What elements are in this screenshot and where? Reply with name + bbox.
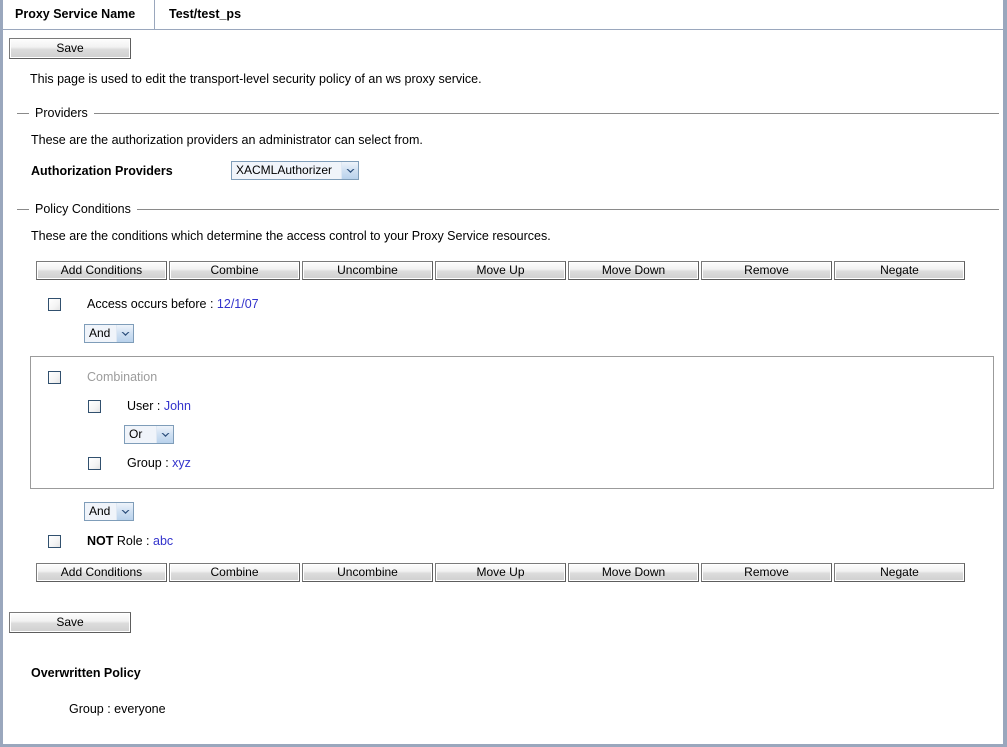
condition-value-link[interactable]: abc xyxy=(153,534,173,548)
condition-label-access-before: Access occurs before : 12/1/07 xyxy=(87,297,259,311)
condition-prefix: Role : xyxy=(113,534,153,548)
chevron-down-icon xyxy=(341,162,358,179)
proxy-service-security-policy-page: Proxy Service Name Test/test_ps Save Thi… xyxy=(0,0,1007,747)
uncombine-button-bottom[interactable]: Uncombine xyxy=(302,563,433,582)
uncombine-button-top[interactable]: Uncombine xyxy=(302,261,433,280)
providers-legend-text: Providers xyxy=(35,106,88,120)
move-down-button-bottom[interactable]: Move Down xyxy=(568,563,699,582)
move-down-button-top[interactable]: Move Down xyxy=(568,261,699,280)
negate-button-top[interactable]: Negate xyxy=(834,261,965,280)
conditions-list: Access occurs before : 12/1/07 And Combi… xyxy=(3,297,1003,548)
condition-prefix: Group : xyxy=(127,456,173,470)
providers-description: These are the authorization providers an… xyxy=(31,133,423,147)
overwritten-policy-title: Overwritten Policy xyxy=(31,666,141,680)
providers-body: These are the authorization providers an… xyxy=(3,121,1003,180)
authorization-providers-selected-value: XACMLAuthorizer xyxy=(232,162,341,179)
proxy-service-header: Proxy Service Name Test/test_ps xyxy=(3,0,1003,30)
bottom-save-row: Save xyxy=(3,612,1003,633)
condition-label-user: User : John xyxy=(127,399,191,413)
proxy-service-name-label: Proxy Service Name xyxy=(3,0,155,29)
authorization-providers-row: Authorization Providers XACMLAuthorizer xyxy=(3,147,1003,180)
condition-checkbox-access-before[interactable] xyxy=(48,297,61,311)
logic-operator-row-2: Or xyxy=(31,425,993,444)
remove-button-bottom[interactable]: Remove xyxy=(701,563,832,582)
condition-prefix: User : xyxy=(127,399,164,413)
condition-checkbox-user[interactable] xyxy=(88,399,101,413)
condition-label-role: NOT Role : abc xyxy=(87,534,173,548)
condition-label-combination: Combination xyxy=(87,370,158,384)
logic-operator-row-1: And xyxy=(3,324,1003,343)
logic-operator-value-1: And xyxy=(85,325,116,342)
legend-lead-rule xyxy=(17,208,29,210)
condition-checkbox-combination[interactable] xyxy=(48,370,61,384)
logic-operator-value-3: And xyxy=(85,503,116,520)
legend-tail-rule xyxy=(93,112,999,114)
condition-row-group: Group : xyz xyxy=(31,456,993,488)
condition-value-link[interactable]: 12/1/07 xyxy=(217,297,259,311)
policy-conditions-body: These are the conditions which determine… xyxy=(3,217,1003,582)
conditions-toolbar-top: Add Conditions Combine Uncombine Move Up… xyxy=(3,261,1003,280)
remove-button-top[interactable]: Remove xyxy=(701,261,832,280)
condition-row-combination: Combination xyxy=(31,370,993,384)
condition-row-role: NOT Role : abc xyxy=(3,534,1003,548)
legend-lead-rule xyxy=(17,112,29,114)
combine-button-top[interactable]: Combine xyxy=(169,261,300,280)
logic-operator-select-1[interactable]: And xyxy=(84,324,134,343)
condition-value-link[interactable]: xyz xyxy=(172,456,191,470)
conditions-toolbar-bottom: Add Conditions Combine Uncombine Move Up… xyxy=(3,563,1003,582)
condition-negation: NOT xyxy=(87,534,114,548)
overwritten-policy-section: Overwritten Policy Group : everyone xyxy=(3,666,1003,716)
negate-button-bottom[interactable]: Negate xyxy=(834,563,965,582)
overwritten-policy-item: Group : everyone xyxy=(69,702,166,716)
page-description: This page is used to edit the transport-… xyxy=(30,72,482,86)
combine-button-bottom[interactable]: Combine xyxy=(169,563,300,582)
combination-group-box: Combination User : John Or Group: xyz xyxy=(30,356,994,489)
condition-checkbox-role[interactable] xyxy=(48,534,61,548)
chevron-down-icon xyxy=(156,426,173,443)
authorization-providers-select[interactable]: XACMLAuthorizer xyxy=(231,161,359,180)
move-up-button-top[interactable]: Move Up xyxy=(435,261,566,280)
policy-conditions-legend-text: Policy Conditions xyxy=(35,202,131,216)
save-button-top[interactable]: Save xyxy=(9,38,131,59)
add-conditions-button-bottom[interactable]: Add Conditions xyxy=(36,563,167,582)
logic-operator-select-2[interactable]: Or xyxy=(124,425,174,444)
chevron-down-icon xyxy=(116,503,133,520)
condition-row-access-before: Access occurs before : 12/1/07 xyxy=(3,297,1003,311)
move-up-button-bottom[interactable]: Move Up xyxy=(435,563,566,582)
condition-checkbox-group[interactable] xyxy=(88,456,101,470)
policy-conditions-description: These are the conditions which determine… xyxy=(31,229,551,243)
logic-operator-row-3: And xyxy=(3,502,1003,521)
chevron-down-icon xyxy=(116,325,133,342)
policy-conditions-section: Policy Conditions These are the conditio… xyxy=(3,201,1003,582)
policy-conditions-legend: Policy Conditions xyxy=(3,201,1003,217)
authorization-providers-label: Authorization Providers xyxy=(31,163,173,178)
logic-operator-value-2: Or xyxy=(125,426,156,443)
add-conditions-button-top[interactable]: Add Conditions xyxy=(36,261,167,280)
save-button-bottom[interactable]: Save xyxy=(9,612,131,633)
providers-section: Providers These are the authorization pr… xyxy=(3,105,1003,180)
condition-value-link[interactable]: John xyxy=(164,399,191,413)
logic-operator-select-3[interactable]: And xyxy=(84,502,134,521)
condition-row-user: User : John xyxy=(31,399,993,413)
top-save-row: Save xyxy=(3,30,1003,59)
condition-label-group: Group : xyz xyxy=(127,456,191,470)
proxy-service-name-value: Test/test_ps xyxy=(169,7,242,21)
legend-tail-rule xyxy=(136,208,999,210)
providers-legend: Providers xyxy=(3,105,1003,121)
condition-prefix: Access occurs before : xyxy=(87,297,217,311)
